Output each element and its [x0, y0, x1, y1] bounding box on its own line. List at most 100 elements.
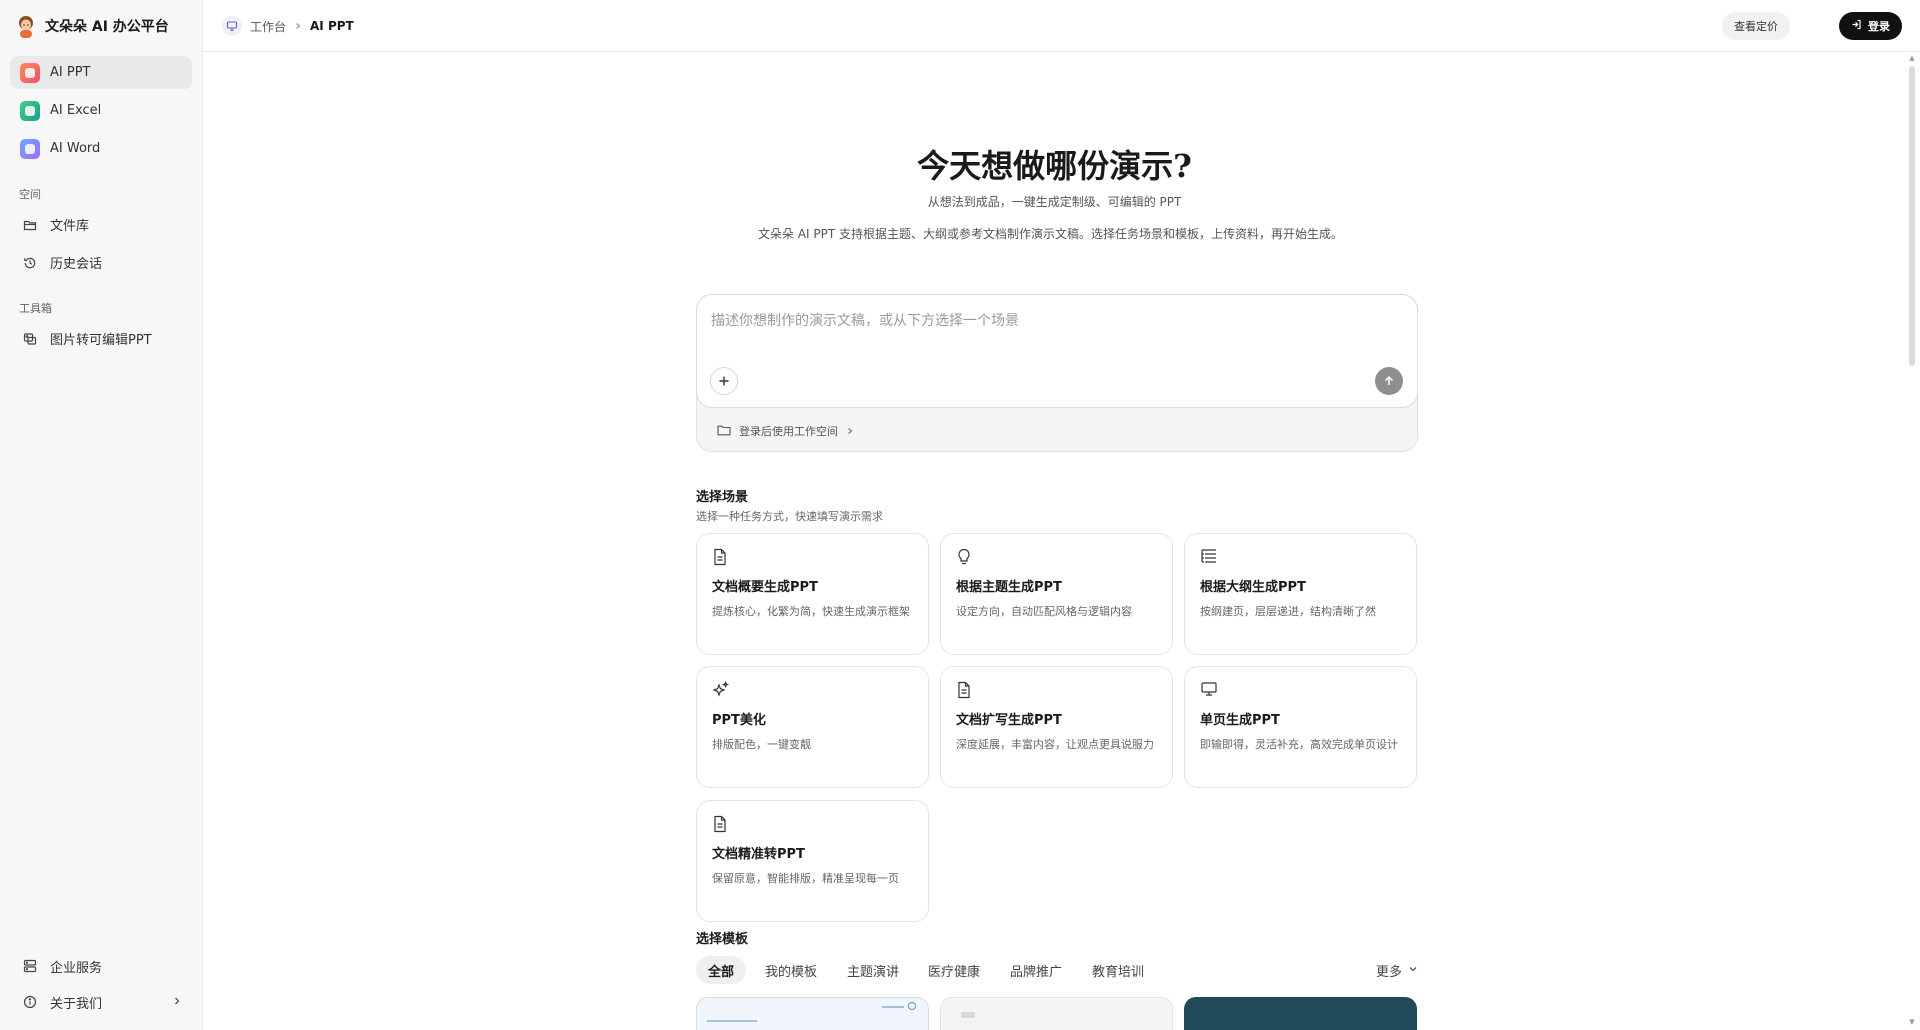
scene-card-title: 文档扩写生成PPT [956, 713, 1062, 728]
folder-icon [717, 424, 731, 439]
scene-section-title: 选择场景 [696, 490, 749, 505]
sidebar-item-label: 关于我们 [50, 996, 103, 1012]
template-preview-line [882, 1006, 904, 1008]
sidebar-item-ai-excel[interactable]: AI Excel [10, 94, 192, 127]
workspace-label: 登录后使用工作空间 [739, 425, 838, 438]
tab-my-templates[interactable]: 我的模板 [753, 956, 829, 984]
more-templates-button[interactable]: 更多 [1376, 956, 1418, 984]
template-card[interactable] [696, 997, 929, 1030]
template-card[interactable] [940, 997, 1173, 1030]
prompt-input[interactable]: 描述你想制作的演示文稿，或从下方选择一个场景 [711, 310, 1019, 330]
sidebar-item-history[interactable]: 历史会话 [10, 246, 192, 279]
scene-card-single-page[interactable]: 单页生成PPT 即输即得，灵活补充，高效完成单页设计 [1184, 666, 1417, 788]
scene-card-title: 文档概要生成PPT [712, 580, 818, 595]
pricing-button[interactable]: 查看定价 [1722, 12, 1790, 40]
template-preview-dot [908, 1002, 916, 1010]
template-tabs: 全部 我的模板 主题演讲 医疗健康 品牌推广 教育培训 更多 [696, 956, 1418, 984]
login-label: 登录 [1868, 20, 1890, 33]
scrollbar-thumb[interactable] [1909, 66, 1915, 366]
hero-title: 今天想做哪份演示? [917, 147, 1192, 185]
space-nav: 文件库 历史会话 [10, 208, 192, 284]
send-button[interactable] [1375, 367, 1403, 395]
sidebar-item-about[interactable]: 关于我们 [20, 990, 182, 1014]
presentation-icon [222, 16, 242, 36]
brand-avatar-icon [17, 14, 35, 38]
ai-word-app-icon [20, 138, 40, 159]
scroll-down-icon[interactable]: ▼ [1908, 1018, 1916, 1026]
plus-icon [719, 376, 729, 386]
tab-all[interactable]: 全部 [696, 956, 747, 984]
sidebar-item-label: AI Excel [50, 103, 102, 118]
scene-card-title: 文档精准转PPT [712, 847, 805, 862]
template-preview-line [707, 1020, 757, 1022]
prompt-input-box[interactable]: 描述你想制作的演示文稿，或从下方选择一个场景 [696, 294, 1418, 408]
main-content: 今天想做哪份演示? 从想法到成品，一键生成定制级、可编辑的 PPT 文朵朵 AI… [203, 53, 1906, 1030]
document-icon [712, 815, 732, 835]
tab-brand-promotion[interactable]: 品牌推广 [998, 956, 1074, 984]
scene-card-topic[interactable]: 根据主题生成PPT 设定方向，自动匹配风格与逻辑内容 [940, 533, 1173, 655]
topbar: 工作台 AI PPT 查看定价 登录 [203, 0, 1920, 52]
scroll-up-icon[interactable]: ▲ [1908, 54, 1916, 62]
tab-healthcare[interactable]: 医疗健康 [916, 956, 992, 984]
scene-card-doc-precise[interactable]: 文档精准转PPT 保留原意，智能排版，精准呈现每一页 [696, 800, 929, 922]
scene-card-desc: 排版配色，一键变靓 [712, 738, 811, 751]
more-label: 更多 [1375, 964, 1402, 980]
app-nav: AI PPT AI Excel AI Word [10, 56, 192, 170]
workspace-link[interactable]: 登录后使用工作空间 [717, 421, 854, 441]
sidebar-item-enterprise[interactable]: 企业服务 [20, 954, 182, 978]
scene-card-desc: 保留原意，智能排版，精准呈现每一页 [712, 872, 899, 885]
breadcrumb-separator-icon [294, 19, 302, 33]
arrow-up-icon [1384, 375, 1394, 385]
template-card[interactable] [1184, 997, 1417, 1030]
scene-card-doc-summary[interactable]: 文档概要生成PPT 提炼核心，化繁为简，快速生成演示框架 [696, 533, 929, 655]
breadcrumb-root[interactable]: 工作台 [250, 18, 286, 35]
sidebar-item-ai-ppt[interactable]: AI PPT [10, 56, 192, 89]
scene-card-desc: 提炼核心，化繁为简，快速生成演示框架 [712, 605, 910, 618]
tab-education[interactable]: 教育培训 [1080, 956, 1156, 984]
breadcrumb: 工作台 AI PPT [222, 14, 354, 38]
sidebar: 文朵朵 AI 办公平台 AI PPT AI Excel AI Word 空间 文… [0, 0, 203, 1030]
scene-card-title: PPT美化 [712, 713, 766, 728]
tools-section-title: 工具箱 [19, 302, 52, 315]
sidebar-item-label: AI Word [50, 141, 101, 156]
sparkle-icon [712, 680, 732, 701]
scene-card-title: 根据大纲生成PPT [1200, 580, 1306, 595]
login-icon [1851, 19, 1862, 33]
scene-card-desc: 即输即得，灵活补充，高效完成单页设计 [1200, 738, 1398, 751]
prompt-composer: 描述你想制作的演示文稿，或从下方选择一个场景 登录后使用工作空间 [696, 294, 1418, 452]
brand-name: 文朵朵 AI 办公平台 [45, 19, 169, 35]
history-icon [20, 253, 40, 273]
image-convert-icon [20, 329, 40, 349]
breadcrumb-current: AI PPT [310, 19, 354, 33]
attach-button[interactable] [710, 367, 738, 395]
sidebar-item-label: 历史会话 [50, 257, 103, 272]
scene-card-doc-expand[interactable]: 文档扩写生成PPT 深度延展，丰富内容，让观点更具说服力 [940, 666, 1173, 788]
chevron-down-icon [1408, 963, 1418, 978]
scene-card-title: 单页生成PPT [1200, 713, 1280, 728]
folder-icon [20, 215, 40, 235]
scene-card-beautify[interactable]: PPT美化 排版配色，一键变靓 [696, 666, 929, 788]
brand[interactable]: 文朵朵 AI 办公平台 [17, 13, 169, 39]
sidebar-item-label: 图片转可编辑PPT [50, 333, 152, 348]
scene-section-subtitle: 选择一种任务方式，快速填写演示需求 [696, 510, 883, 523]
scene-card-desc: 深度延展，丰富内容，让观点更具说服力 [956, 738, 1154, 751]
ai-ppt-app-icon [20, 62, 40, 83]
sidebar-item-file-library[interactable]: 文件库 [10, 208, 192, 241]
template-preview-block [961, 1012, 975, 1018]
scene-card-title: 根据主题生成PPT [956, 580, 1062, 595]
sidebar-item-label: 企业服务 [50, 960, 103, 976]
ai-excel-app-icon [20, 100, 40, 121]
tools-nav: 图片转可编辑PPT [10, 322, 192, 360]
info-icon [20, 992, 40, 1012]
scene-card-outline[interactable]: 根据大纲生成PPT 按纲建页，层层递进，结构清晰了然 [1184, 533, 1417, 655]
sidebar-item-image-to-ppt[interactable]: 图片转可编辑PPT [10, 322, 192, 355]
space-section-title: 空间 [19, 188, 41, 201]
sidebar-item-ai-word[interactable]: AI Word [10, 132, 192, 165]
chevron-right-icon [846, 425, 854, 438]
hero-description: 文朵朵 AI PPT 支持根据主题、大纲或参考文档制作演示文稿。选择任务场景和模… [758, 227, 1343, 241]
tab-keynote[interactable]: 主题演讲 [835, 956, 911, 984]
sidebar-item-label: AI PPT [50, 65, 91, 80]
server-icon [20, 956, 40, 976]
page-scrollbar[interactable]: ▲ ▼ [1908, 54, 1916, 1030]
login-button[interactable]: 登录 [1839, 12, 1902, 40]
